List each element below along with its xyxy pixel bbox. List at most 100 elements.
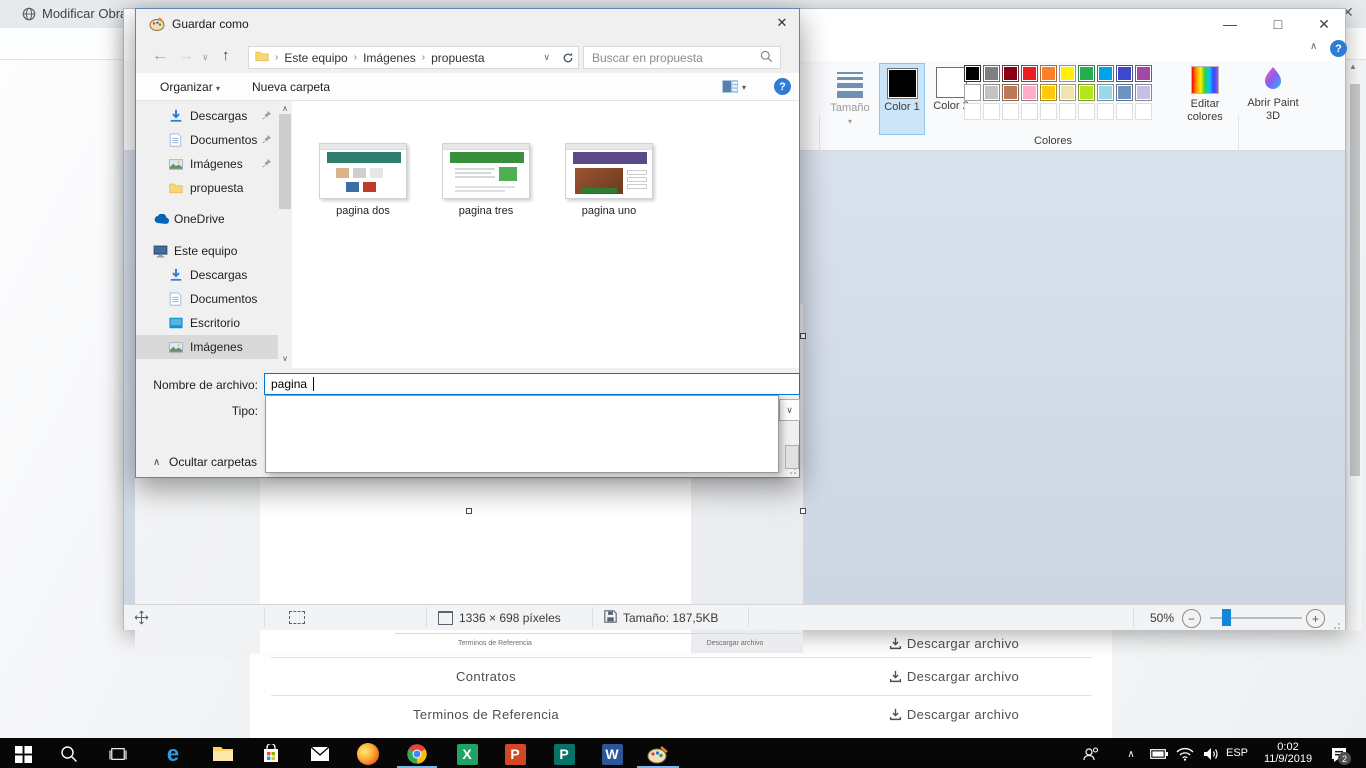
sidebar-item-este-equipo[interactable]: Este equipo — [136, 239, 278, 263]
organize-button[interactable]: Organizar ▾ — [160, 80, 220, 94]
palette-empty-slot[interactable] — [1097, 103, 1114, 120]
language-indicator[interactable]: ESP — [1226, 747, 1248, 759]
new-folder-button[interactable]: Nueva carpeta — [252, 80, 330, 94]
back-icon[interactable]: ← — [152, 47, 168, 65]
breadcrumb-item[interactable]: Imágenes — [363, 51, 416, 65]
palette-empty-slot[interactable] — [1040, 103, 1057, 120]
filename-input[interactable]: pagina — [264, 373, 800, 395]
powerpoint-icon[interactable]: P — [502, 742, 528, 766]
close-button[interactable]: ✕ — [1311, 13, 1337, 35]
task-view-icon[interactable] — [105, 742, 131, 766]
palette-color-swatch[interactable] — [1059, 84, 1076, 101]
people-icon[interactable] — [1078, 742, 1104, 766]
palette-empty-slot[interactable] — [1002, 103, 1019, 120]
word-icon[interactable]: W — [599, 742, 625, 766]
maximize-button[interactable]: □ — [1265, 13, 1291, 35]
palette-color-swatch[interactable] — [1097, 65, 1114, 82]
palette-color-swatch[interactable] — [983, 84, 1000, 101]
tray-expand-icon[interactable]: ∧ — [1118, 742, 1144, 766]
zoom-in-button[interactable]: + — [1306, 609, 1325, 628]
palette-color-swatch[interactable] — [1078, 84, 1095, 101]
palette-color-swatch[interactable] — [1021, 65, 1038, 82]
canvas-resize-handle-bottom[interactable] — [466, 508, 472, 514]
file-item[interactable]: pagina dos — [308, 143, 418, 217]
help-icon[interactable]: ? — [1330, 40, 1347, 57]
file-item[interactable]: pagina tres — [431, 143, 541, 217]
sidebar-item-documentos[interactable]: Documentos — [136, 287, 278, 311]
breadcrumb-item[interactable]: Este equipo — [284, 51, 347, 65]
palette-color-swatch[interactable] — [1002, 65, 1019, 82]
publisher-icon[interactable]: P — [551, 742, 577, 766]
palette-color-swatch[interactable] — [1097, 84, 1114, 101]
sidebar-item-descargas[interactable]: Descargas — [136, 104, 278, 128]
recent-locations-icon[interactable]: ∨ — [202, 52, 209, 63]
window-resize-grip[interactable] — [1330, 619, 1340, 629]
chevron-down-icon[interactable]: ∨ — [543, 52, 550, 63]
dialog-resize-grip[interactable] — [786, 464, 796, 474]
scrollbar-down-icon[interactable]: ∨ — [279, 354, 291, 363]
palette-empty-slot[interactable] — [1021, 103, 1038, 120]
open-paint3d-button[interactable]: Abrir Paint 3D — [1244, 63, 1302, 123]
start-button[interactable] — [10, 742, 36, 766]
palette-color-swatch[interactable] — [1116, 84, 1133, 101]
zoom-out-button[interactable]: − — [1182, 609, 1201, 628]
scrollbar-up-icon[interactable]: ∧ — [279, 104, 291, 113]
download-link[interactable]: Descargar archivo — [816, 636, 1092, 651]
edge-icon[interactable]: e — [160, 742, 186, 766]
help-icon[interactable]: ? — [774, 78, 791, 95]
palette-empty-slot[interactable] — [1078, 103, 1095, 120]
volume-icon[interactable] — [1198, 742, 1224, 766]
chevron-down-icon[interactable]: ▾ — [742, 83, 746, 92]
breadcrumb-item[interactable]: propuesta — [431, 51, 484, 65]
palette-empty-slot[interactable] — [1135, 103, 1152, 120]
clock[interactable]: 0:02 11/9/2019 — [1256, 741, 1320, 765]
edit-colors-button[interactable]: Editar colores — [1177, 63, 1233, 124]
palette-empty-slot[interactable] — [1059, 103, 1076, 120]
sidebar-scrollbar-thumb[interactable] — [279, 114, 291, 209]
wifi-icon[interactable] — [1172, 742, 1198, 766]
sidebar-item-imágenes[interactable]: Imágenes — [136, 152, 278, 176]
palette-color-swatch[interactable] — [983, 65, 1000, 82]
excel-icon[interactable]: X — [454, 742, 480, 766]
palette-color-swatch[interactable] — [1059, 65, 1076, 82]
download-link[interactable]: Descargar archivo — [816, 707, 1092, 722]
file-item[interactable]: pagina uno — [554, 143, 664, 217]
search-input[interactable]: Buscar en propuesta — [583, 46, 781, 69]
download-link[interactable]: Descargar archivo — [816, 669, 1092, 684]
sidebar-item-escritorio[interactable]: Escritorio — [136, 311, 278, 335]
firefox-icon[interactable] — [355, 742, 381, 766]
palette-color-swatch[interactable] — [1021, 84, 1038, 101]
sidebar-item-descargas[interactable]: Descargas — [136, 263, 278, 287]
up-icon[interactable]: ↑ — [222, 47, 230, 64]
forward-icon[interactable]: → — [178, 47, 194, 65]
ribbon-collapse-icon[interactable]: ∧ — [1310, 41, 1317, 52]
dialog-close-button[interactable]: ✕ — [765, 9, 799, 37]
browser-tab-title[interactable]: Modificar Obra/ — [42, 6, 131, 21]
palette-color-swatch[interactable] — [964, 65, 981, 82]
filename-autocomplete-dropdown[interactable] — [265, 395, 779, 473]
refresh-button[interactable] — [557, 46, 579, 69]
size-button[interactable]: Tamaño ▾ — [827, 65, 873, 128]
palette-color-swatch[interactable] — [1116, 65, 1133, 82]
canvas-resize-handle-corner[interactable] — [800, 508, 806, 514]
canvas-resize-handle-right[interactable] — [800, 333, 806, 339]
palette-color-swatch[interactable] — [1040, 84, 1057, 101]
palette-empty-slot[interactable] — [983, 103, 1000, 120]
search-icon[interactable] — [760, 50, 773, 66]
palette-color-swatch[interactable] — [1040, 65, 1057, 82]
palette-color-swatch[interactable] — [964, 84, 981, 101]
filetype-dropdown[interactable]: ∨ — [779, 399, 800, 421]
sidebar-item-documentos[interactable]: Documentos — [136, 128, 278, 152]
palette-empty-slot[interactable] — [964, 103, 981, 120]
breadcrumb[interactable]: ›Este equipo ›Imágenes ›propuesta ∨ — [248, 46, 558, 69]
microsoft-store-icon[interactable] — [258, 742, 284, 766]
zoom-slider-thumb[interactable] — [1222, 609, 1231, 626]
file-explorer-icon[interactable] — [210, 742, 236, 766]
palette-empty-slot[interactable] — [1116, 103, 1133, 120]
hide-folders-button[interactable]: Ocultar carpetas — [169, 455, 257, 469]
scrollbar-up-icon[interactable]: ▲ — [1349, 62, 1357, 71]
palette-color-swatch[interactable] — [1078, 65, 1095, 82]
minimize-button[interactable]: — — [1217, 13, 1243, 35]
sidebar-item-onedrive[interactable]: OneDrive — [136, 207, 278, 231]
browser-scrollbar-thumb[interactable] — [1350, 84, 1360, 476]
